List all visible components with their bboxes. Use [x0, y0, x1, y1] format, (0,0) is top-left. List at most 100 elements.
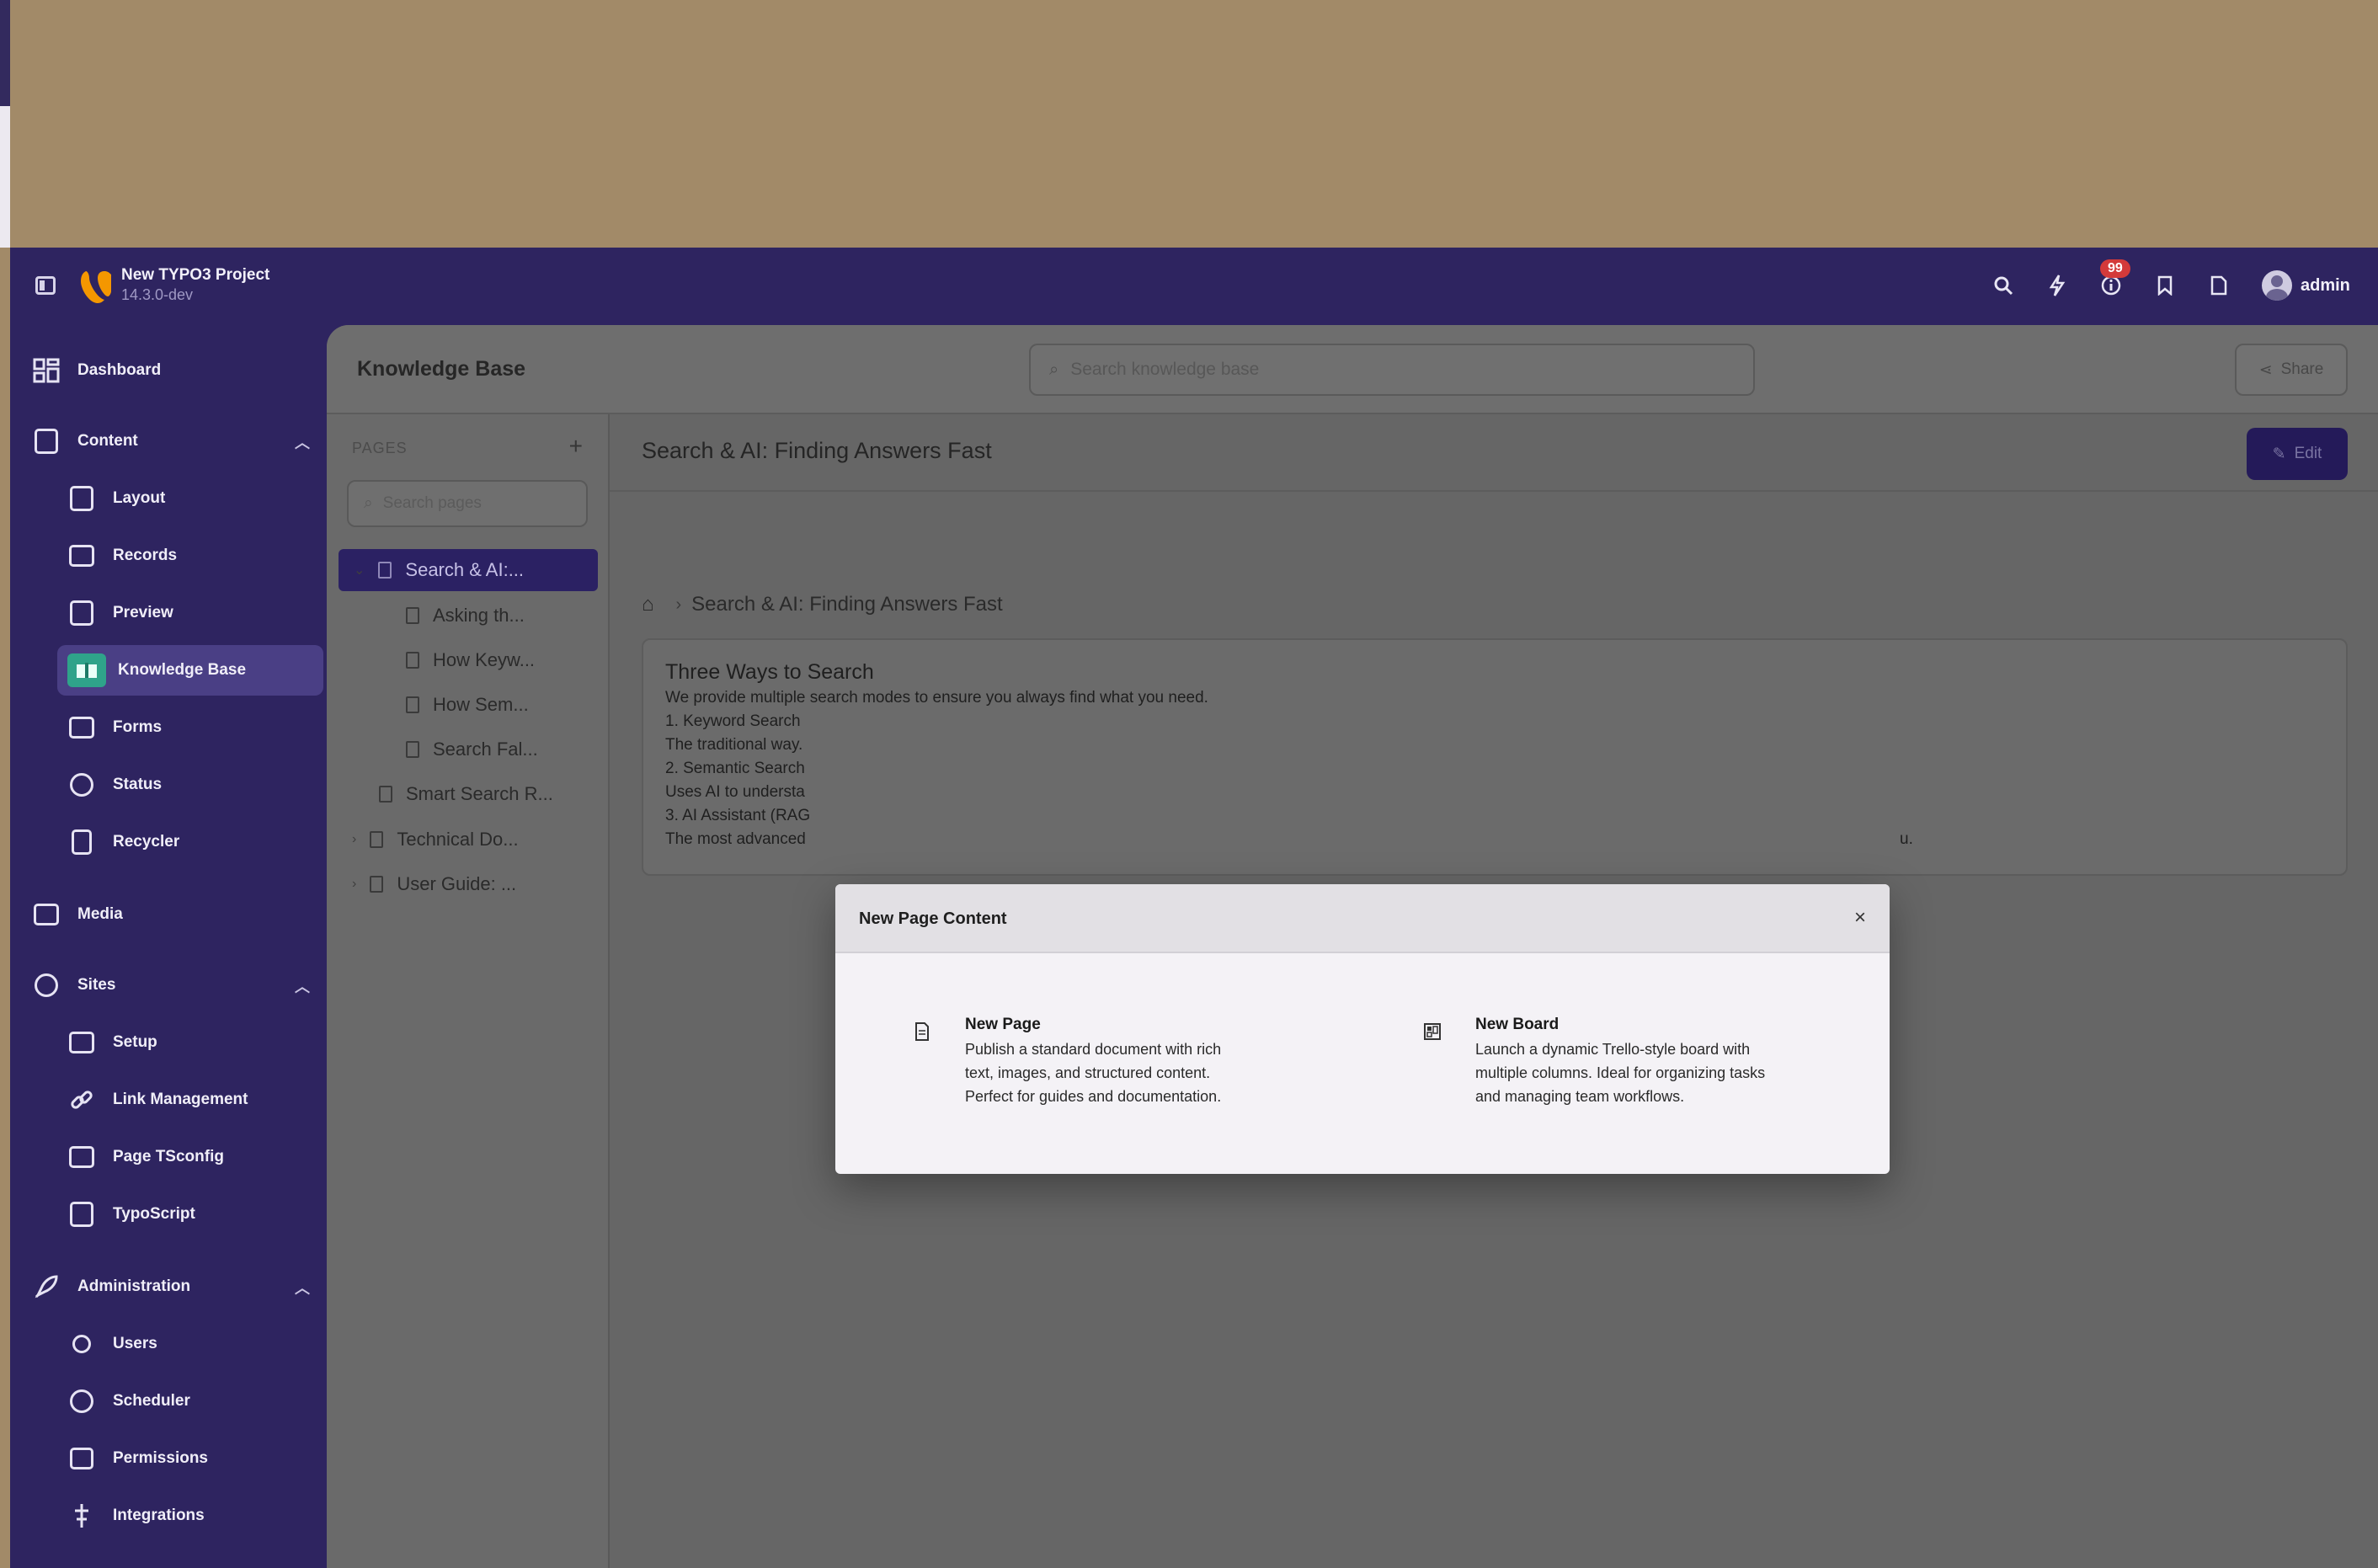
sidebar-item-label: Forms — [113, 718, 163, 736]
typo3-logo — [81, 271, 111, 303]
sidebar-item-label: Content — [77, 432, 138, 450]
records-icon — [67, 541, 96, 570]
new-page-content-modal: New Page Content × New Page Publish a st… — [835, 884, 1890, 1174]
pages-search-input[interactable]: ⌕ Search pages — [347, 480, 588, 527]
tree-item-label: Asking th... — [433, 605, 525, 626]
sidebar-item-layout[interactable]: Layout — [67, 473, 313, 524]
sidebar-item-records[interactable]: Records — [67, 531, 313, 581]
notification-badge: 99 — [2100, 259, 2130, 278]
sidebar-toggle-icon[interactable] — [35, 276, 56, 295]
page-icon — [370, 876, 384, 893]
edit-label: Edit — [2294, 445, 2322, 462]
user-menu[interactable]: admin — [2262, 270, 2363, 301]
page-icon — [406, 696, 419, 713]
share-button[interactable]: ⋖ Share — [2235, 344, 2348, 396]
tree-item-label: User Guide: ... — [397, 873, 517, 894]
tree-item[interactable]: How Keyw... — [406, 639, 535, 681]
sidebar-item-typoscript[interactable]: TypoScript — [67, 1189, 313, 1240]
page-icon — [406, 652, 419, 669]
chevron-up-icon[interactable]: ︿ — [295, 431, 310, 453]
info-icon[interactable]: 99 — [2097, 259, 2130, 300]
top-bar: New TYPO3 Project 14.3.0-dev 99 admin — [10, 248, 2378, 325]
sidebar-item-setup[interactable]: Setup — [67, 1017, 313, 1068]
user-name: admin — [2301, 275, 2350, 295]
chevron-right-icon[interactable]: › — [352, 877, 356, 892]
sidebar-item-label: Layout — [113, 489, 166, 507]
preview-icon — [67, 599, 96, 627]
chevron-up-icon[interactable]: ︿ — [295, 975, 310, 997]
tree-item[interactable]: Search Fal... — [406, 728, 538, 771]
chevron-right-icon[interactable]: › — [352, 832, 356, 847]
edit-icon: ✎ — [2272, 445, 2286, 463]
sidebar-item-label: Integrations — [113, 1507, 205, 1524]
tree-item[interactable]: › User Guide: ... — [352, 863, 516, 905]
search-input[interactable]: ⌕ Search knowledge base — [1029, 344, 1755, 396]
chevron-down-icon[interactable]: ⌄ — [354, 562, 365, 579]
sidebar-item-sites[interactable]: Sites ︿ — [32, 960, 310, 1011]
tree-item[interactable]: ⌄ Search & AI:... — [339, 549, 598, 591]
window-edge — [0, 0, 10, 106]
search-icon[interactable] — [1989, 271, 2018, 300]
status-icon — [67, 771, 96, 799]
close-icon[interactable]: × — [1854, 906, 1866, 930]
document-icon[interactable] — [2205, 271, 2233, 300]
sidebar-item-label: TypoScript — [113, 1205, 195, 1223]
sidebar-item-label: Setup — [113, 1033, 157, 1051]
content-header: Search & AI: Finding Answers Fast ✎ Edit — [610, 414, 2378, 492]
knowledge-base-icon — [67, 653, 106, 687]
tree-item[interactable]: › Technical Do... — [352, 819, 519, 861]
typoscript-icon — [67, 1200, 96, 1229]
sidebar-item-scheduler[interactable]: Scheduler — [67, 1376, 313, 1427]
tree-item[interactable]: Smart Search R... — [379, 773, 553, 815]
sidebar-item-recycler[interactable]: Recycler — [67, 817, 313, 867]
sidebar-item-permissions[interactable]: Permissions — [67, 1433, 313, 1484]
tree-item[interactable]: Asking th... — [406, 595, 525, 637]
card-line: The traditional way. — [665, 736, 803, 754]
option-description: Publish a standard document with rich te… — [965, 1041, 1222, 1105]
sidebar-item-label: Link Management — [113, 1091, 248, 1108]
search-icon: ⌕ — [1049, 360, 1059, 379]
page-icon — [378, 562, 392, 579]
sidebar-item-integrations[interactable]: Integrations — [67, 1491, 313, 1541]
pages-label: PAGES — [352, 440, 408, 456]
sidebar-item-users[interactable]: Users — [67, 1319, 313, 1369]
tree-item[interactable]: How Sem... — [406, 684, 529, 726]
sidebar-item-status[interactable]: Status — [67, 760, 313, 810]
media-icon — [32, 900, 61, 929]
flash-icon[interactable] — [2043, 271, 2071, 300]
sidebar-item-content[interactable]: Content ︿ — [32, 416, 310, 467]
link-icon — [67, 1085, 96, 1114]
card-line: 1. Keyword Search — [665, 712, 801, 730]
page-title: Search & AI: Finding Answers Fast — [642, 438, 992, 463]
sidebar-item-page-tsconfig[interactable]: Page TSconfig — [67, 1132, 313, 1182]
page-icon — [406, 741, 419, 758]
home-icon[interactable]: ⌂ — [642, 593, 654, 616]
content-icon — [32, 427, 61, 456]
sidebar-item-dashboard[interactable]: Dashboard — [32, 345, 310, 396]
avatar — [2262, 270, 2292, 301]
project-info[interactable]: New TYPO3 Project 14.3.0-dev — [121, 266, 269, 304]
tree-item-label: Smart Search R... — [406, 783, 553, 804]
sidebar-item-media[interactable]: Media — [32, 889, 310, 940]
sidebar-item-forms[interactable]: Forms — [67, 702, 313, 753]
globe-icon — [32, 971, 61, 1000]
clock-icon — [67, 1387, 96, 1416]
edit-button[interactable]: ✎ Edit — [2247, 428, 2348, 480]
sidebar-item-knowledge-base[interactable]: Knowledge Base — [57, 645, 323, 696]
new-page-option[interactable]: New Page Publish a standard document wit… — [909, 1016, 1347, 1108]
page-icon — [909, 1019, 935, 1044]
add-page-button[interactable]: + — [569, 433, 583, 460]
option-title: New Page — [965, 1016, 1041, 1033]
module-menu: Dashboard Content ︿ Layout Records Previ… — [10, 325, 327, 1568]
chevron-up-icon[interactable]: ︿ — [295, 1277, 310, 1299]
sidebar-item-preview[interactable]: Preview — [67, 588, 313, 638]
sidebar-item-label: Preview — [113, 604, 173, 621]
module-title: Knowledge Base — [357, 357, 526, 381]
page-icon — [370, 831, 384, 848]
sidebar-item-label: Administration — [77, 1277, 191, 1295]
sidebar-item-link-management[interactable]: Link Management — [67, 1075, 313, 1125]
sidebar-item-administration[interactable]: Administration ︿ — [32, 1261, 310, 1312]
new-board-option[interactable]: New Board Launch a dynamic Trello-style … — [1420, 1016, 1841, 1108]
bookmark-icon[interactable] — [2151, 271, 2179, 300]
sidebar-item-label: Scheduler — [113, 1392, 190, 1410]
